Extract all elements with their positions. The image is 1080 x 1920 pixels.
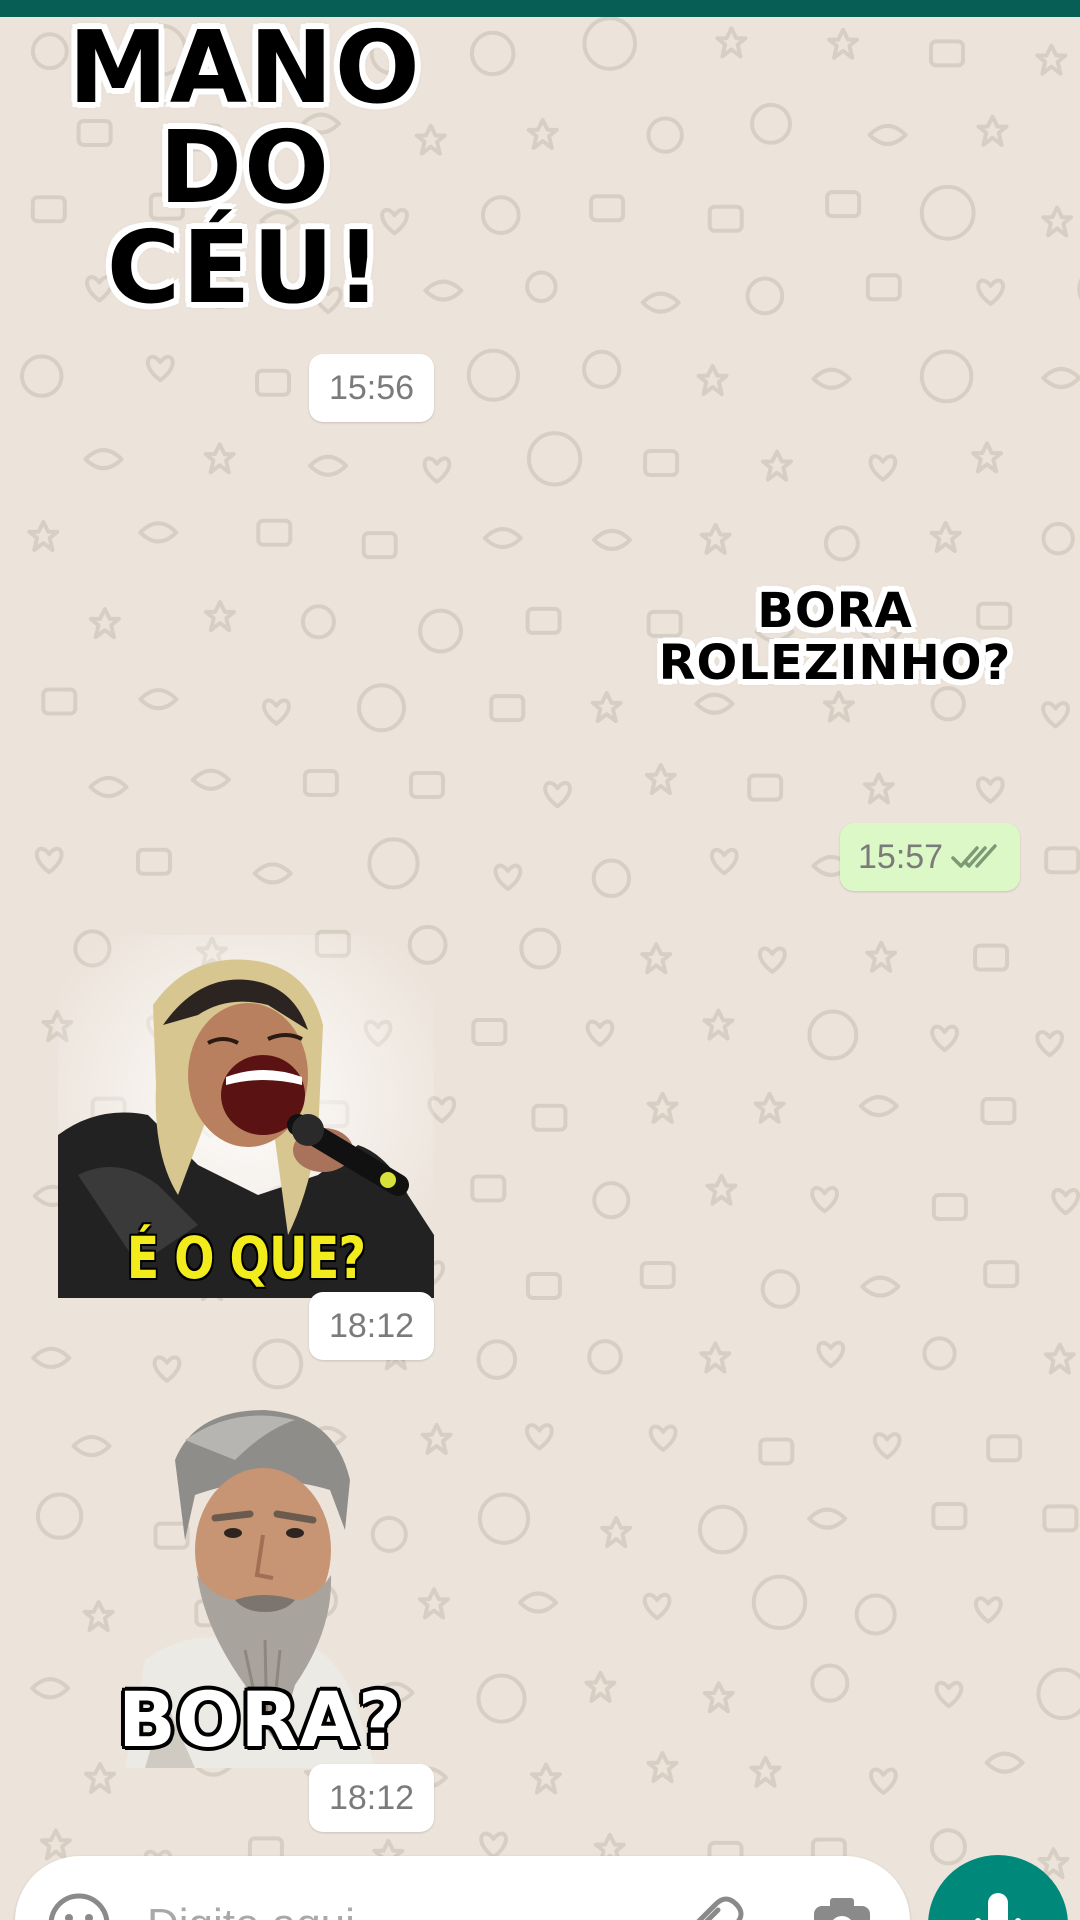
sticker-line: CÉU!: [106, 209, 384, 326]
sticker-line: DO: [158, 109, 332, 226]
emoji-icon[interactable]: [45, 1890, 113, 1920]
sticker-line: ROLEZINHO?: [658, 635, 1012, 691]
message-timestamp: 15:57: [858, 838, 944, 876]
paperclip-icon[interactable]: [680, 1890, 744, 1920]
message-composer: [15, 1856, 910, 1920]
sticker-message-photo-bearded-man[interactable]: BORA?: [85, 1400, 415, 1768]
message-timestamp: 18:12: [309, 1764, 434, 1832]
message-input[interactable]: [145, 1894, 649, 1920]
sticker-caption: É O QUE?: [126, 1224, 366, 1292]
microphone-icon: [975, 1893, 1021, 1920]
double-check-icon: [951, 844, 997, 868]
message-timestamp: 18:12: [309, 1292, 434, 1360]
sticker-line: BORA: [757, 583, 913, 639]
sticker-caption: BORA?: [118, 1675, 402, 1764]
camera-icon[interactable]: [810, 1892, 874, 1920]
sticker-message-photo-singer[interactable]: É O QUE?: [58, 935, 434, 1298]
sticker-line: MANO: [68, 9, 422, 126]
message-timestamp: 15:56: [309, 354, 434, 422]
sticker-message-mano-do-ceu[interactable]: MANO DO CÉU!: [50, 18, 440, 318]
chat-screen: MANO DO CÉU! 15:56 BORA ROLEZINHO? 15:57: [0, 0, 1080, 1920]
message-timestamp-outgoing: 15:57: [840, 823, 1020, 891]
sticker-message-bora-rolezinho[interactable]: BORA ROLEZINHO?: [640, 585, 1030, 689]
